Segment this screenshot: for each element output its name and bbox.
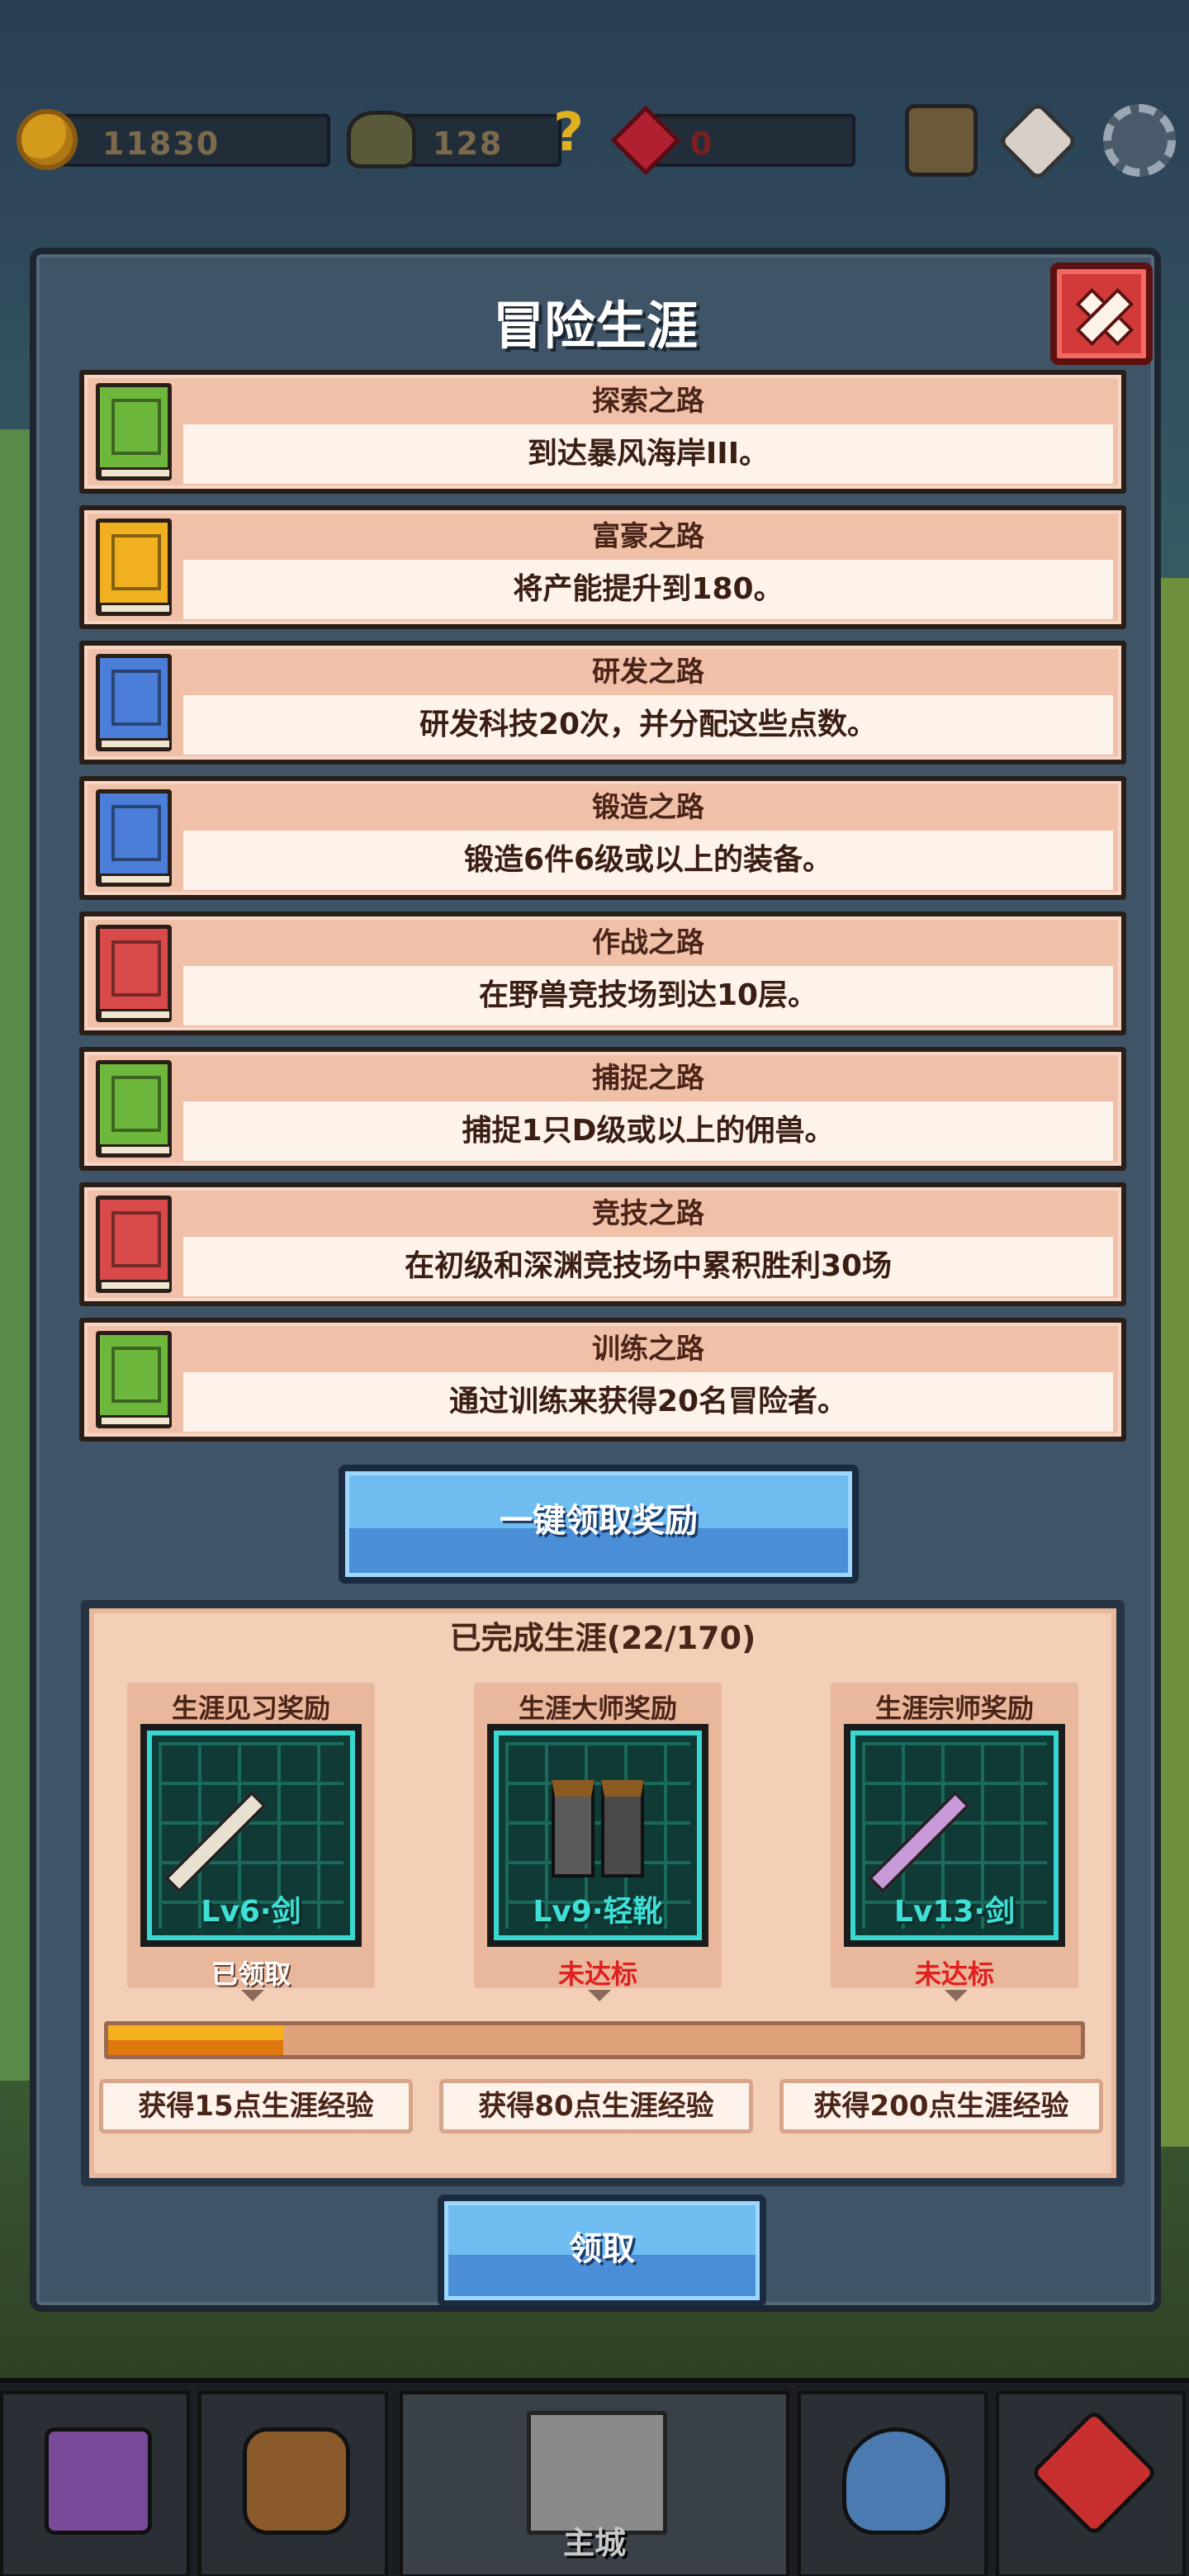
hero-portrait-icon[interactable]	[905, 104, 978, 177]
pointer-arrow-icon	[241, 1990, 264, 2001]
claim-all-label: 一键领取奖励	[500, 1502, 698, 1540]
career-row[interactable]: 锻造之路锻造6件6级或以上的装备。	[79, 776, 1126, 900]
gem-amount: 0	[690, 125, 714, 162]
career-description: 研发科技20次，并分配这些点数。	[183, 695, 1113, 755]
xp-reward-label: 获得80点生涯经验	[439, 2079, 753, 2133]
career-description: 锻造6件6级或以上的装备。	[183, 831, 1113, 890]
pointer-arrow-icon	[945, 1990, 968, 2001]
reward-item-label: Lv6·剑	[201, 1895, 301, 1929]
mail-envelope-icon[interactable]	[997, 100, 1079, 182]
xp-reward-label: 获得200点生涯经验	[779, 2079, 1103, 2133]
beast-amount: 128	[433, 125, 504, 162]
reward-status: 未达标	[914, 1958, 994, 1990]
career-row[interactable]: 富豪之路将产能提升到180。	[79, 505, 1126, 629]
resource-bar: 11830 128 ? 0	[0, 91, 1189, 190]
career-completed-header: 已完成生涯(22/170)	[449, 1620, 756, 1656]
beer-mug-icon	[243, 2427, 350, 2535]
reward-item-card[interactable]: Lv9·轻靴	[487, 1724, 708, 1947]
career-row[interactable]: 研发之路研发科技20次，并分配这些点数。	[79, 641, 1126, 765]
career-title: 富豪之路	[592, 520, 704, 553]
tab-main-city[interactable]: 主城	[400, 2391, 789, 2576]
career-description: 将产能提升到180。	[183, 560, 1113, 619]
reward-item-card[interactable]: Lv13·剑	[844, 1724, 1065, 1947]
career-title: 作战之路	[592, 926, 704, 959]
career-title: 竞技之路	[592, 1197, 704, 1230]
xp-reward-label: 获得15点生涯经验	[99, 2079, 413, 2133]
career-row[interactable]: 竞技之路在初级和深渊竞技场中累积胜利30场	[79, 1182, 1126, 1306]
career-row[interactable]: 探索之路到达暴风海岸III。	[79, 370, 1126, 494]
castle-tower-icon	[527, 2411, 667, 2535]
panel-title: 冒险生涯	[492, 296, 698, 356]
close-button[interactable]	[1050, 263, 1153, 365]
career-title: 训练之路	[592, 1333, 704, 1366]
career-title: 锻造之路	[592, 791, 704, 824]
knight-helmet-icon	[45, 2427, 152, 2535]
career-description: 捕捉1只D级或以上的佣兽。	[183, 1101, 1113, 1161]
career-title: 探索之路	[592, 385, 704, 418]
career-book-icon	[96, 1060, 172, 1158]
help-question-icon[interactable]: ?	[553, 102, 584, 163]
claim-all-button[interactable]: 一键领取奖励	[339, 1465, 859, 1584]
career-list: 探索之路到达暴风海岸III。富豪之路将产能提升到180。研发之路研发科技20次，…	[79, 370, 1126, 1453]
career-description: 在初级和深渊竞技场中累积胜利30场	[183, 1237, 1113, 1296]
career-book-icon	[96, 789, 172, 887]
reward-name: 生涯大师奖励	[518, 1693, 677, 1724]
reward-apprentice[interactable]: 生涯见习奖励 Lv6·剑 已领取	[127, 1683, 375, 2001]
tab-tavern[interactable]	[198, 2391, 388, 2576]
reward-item-label: Lv9·轻靴	[533, 1895, 663, 1929]
career-panel: 冒险生涯 探索之路到达暴风海岸III。富豪之路将产能提升到180。研发之路研发科…	[30, 248, 1161, 2312]
career-progress-bar	[104, 2021, 1085, 2059]
reward-name: 生涯见习奖励	[171, 1693, 330, 1724]
tab-shop[interactable]	[996, 2391, 1186, 2576]
career-book-icon	[96, 654, 172, 751]
tab-heroes[interactable]	[0, 2391, 190, 2576]
career-book-icon	[96, 925, 172, 1022]
reward-name: 生涯宗师奖励	[874, 1693, 1034, 1724]
gem-coins-icon	[1030, 2408, 1158, 2537]
tab-main-city-label: 主城	[562, 2525, 626, 2561]
pointer-arrow-icon	[588, 1990, 611, 2001]
tab-battle[interactable]	[798, 2391, 988, 2576]
settings-gear-icon[interactable]	[1103, 104, 1176, 177]
boots-icon	[552, 1780, 651, 1887]
career-description: 到达暴风海岸III。	[183, 424, 1113, 484]
career-book-icon	[96, 1196, 172, 1293]
career-row[interactable]: 捕捉之路捕捉1只D级或以上的佣兽。	[79, 1047, 1126, 1171]
reward-status: 未达标	[557, 1958, 637, 1990]
reward-grandmaster[interactable]: 生涯宗师奖励 Lv13·剑 未达标	[831, 1683, 1078, 2001]
career-title: 捕捉之路	[592, 1062, 704, 1095]
career-row[interactable]: 作战之路在野兽竞技场到达10层。	[79, 912, 1126, 1035]
career-title: 研发之路	[592, 656, 704, 689]
career-book-icon	[96, 383, 172, 481]
gold-amount: 11830	[102, 125, 220, 162]
career-progress-fill	[108, 2025, 284, 2055]
bottom-nav: 主城	[0, 2378, 1189, 2576]
reward-item-label: Lv13·剑	[893, 1895, 1016, 1929]
gold-coin-icon	[17, 109, 78, 170]
reward-status: 已领取	[211, 1958, 291, 1990]
career-description: 在野兽竞技场到达10层。	[183, 966, 1113, 1025]
shield-swords-icon	[842, 2427, 950, 2535]
career-book-icon	[96, 1331, 172, 1428]
career-book-icon	[96, 519, 172, 616]
gold-counter: 11830	[33, 114, 330, 167]
career-rewards-box: 已完成生涯(22/170) 生涯见习奖励 Lv6·剑 已领取 生涯大师奖励 Lv…	[81, 1600, 1125, 2186]
reward-item-card[interactable]: Lv6·剑	[140, 1724, 362, 1947]
reward-master[interactable]: 生涯大师奖励 Lv9·轻靴 未达标	[474, 1683, 722, 2001]
claim-label: 领取	[569, 2230, 635, 2268]
claim-button[interactable]: 领取	[438, 2195, 766, 2307]
beast-head-icon	[347, 111, 416, 168]
career-description: 通过训练来获得20名冒险者。	[183, 1372, 1113, 1432]
career-row[interactable]: 训练之路通过训练来获得20名冒险者。	[79, 1318, 1126, 1442]
